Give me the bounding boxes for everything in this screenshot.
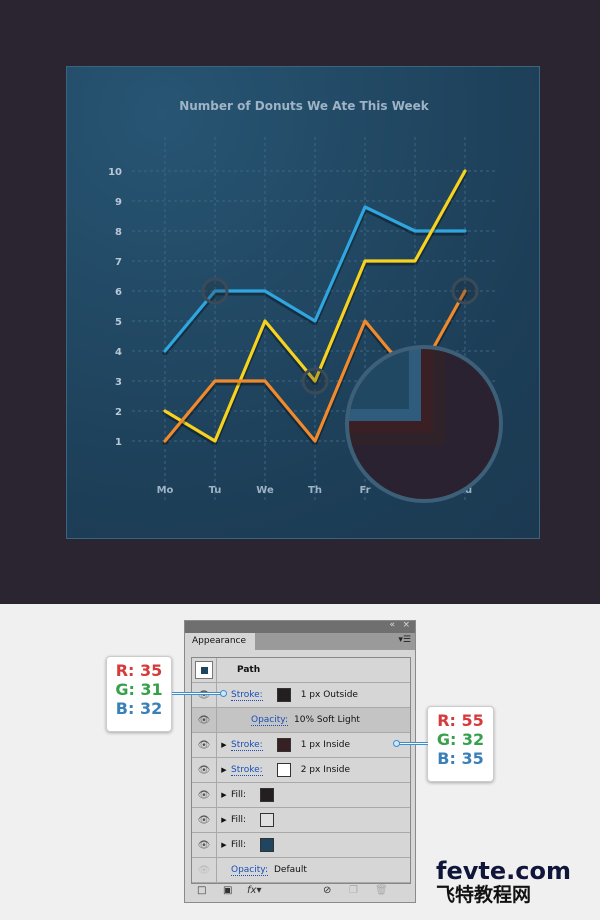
appearance-row[interactable]: 👁 Opacity: 10% Soft Light [192, 707, 410, 733]
x-tick-label: Tu [209, 485, 222, 496]
appearance-row[interactable]: 👁 ▶ Stroke: 1 px Inside [192, 732, 410, 758]
expand-triangle-icon[interactable]: ▶ [217, 741, 231, 749]
attribute-label: Fill: [231, 790, 247, 800]
attribute-value: 1 px Outside [300, 690, 358, 700]
attribute-label[interactable]: Opacity: [231, 865, 268, 876]
expand-triangle-icon[interactable]: ▶ [217, 816, 231, 824]
attribute-value: Default [274, 865, 307, 875]
visibility-eye-icon[interactable]: 👁 [192, 857, 217, 883]
expand-triangle-icon[interactable]: ▶ [217, 791, 231, 799]
green-value: G: 31 [115, 680, 163, 699]
attribute-label[interactable]: Stroke: [231, 740, 263, 751]
y-tick-label: 7 [115, 257, 122, 268]
attribute-label[interactable]: Opacity: [251, 715, 288, 726]
path-label: Path [237, 665, 261, 675]
close-icon[interactable]: × [402, 620, 410, 630]
y-tick-label: 9 [115, 197, 122, 208]
y-tick-label: 3 [115, 377, 122, 388]
visibility-eye-icon[interactable]: 👁 [192, 757, 217, 783]
y-tick-label: 6 [115, 287, 122, 298]
trash-icon[interactable]: 🗑 [375, 885, 388, 896]
clear-appearance-icon[interactable]: ⊘ [323, 885, 331, 896]
path-thumbnail [195, 661, 213, 679]
y-tick-label: 10 [108, 167, 122, 178]
y-tick-label: 5 [115, 317, 122, 328]
color-swatch[interactable] [260, 788, 275, 802]
appearance-row[interactable]: 👁 ▶ Fill: [192, 832, 410, 858]
blue-value: B: 32 [115, 699, 163, 718]
attribute-value: 2 px Inside [300, 765, 351, 775]
color-callout-right: R: 55 G: 32 B: 35 [427, 706, 494, 782]
magnifier-lens [345, 345, 503, 503]
appearance-row[interactable]: Path [192, 657, 410, 683]
color-swatch[interactable] [260, 813, 275, 827]
x-tick-label: Mo [157, 485, 174, 496]
panel-menu-icon[interactable]: ▾☰ [398, 635, 411, 645]
visibility-eye-icon[interactable]: 👁 [192, 682, 217, 708]
attribute-label[interactable]: Stroke: [231, 690, 263, 701]
color-callout-left: R: 35 G: 31 B: 32 [106, 656, 172, 732]
expand-triangle-icon[interactable]: ▶ [217, 841, 231, 849]
add-fill-icon[interactable]: ▣ [223, 885, 232, 896]
highlight-marker [201, 277, 229, 305]
red-value: R: 35 [115, 661, 163, 680]
duplicate-icon[interactable]: ❐ [349, 885, 358, 896]
fx-icon[interactable]: fx▾ [247, 885, 261, 896]
color-swatch[interactable] [276, 688, 291, 702]
appearance-row[interactable]: 👁 Opacity: Default [192, 857, 410, 883]
collapse-icon[interactable]: « [389, 620, 395, 630]
highlight-marker [301, 367, 329, 395]
highlight-marker [451, 277, 479, 305]
zoomed-fill [347, 347, 409, 409]
callout-connector [398, 742, 428, 745]
visibility-eye-icon[interactable]: 👁 [192, 832, 217, 858]
color-swatch[interactable] [276, 738, 291, 752]
blue-value: B: 35 [437, 749, 484, 768]
attribute-value: 1 px Inside [300, 740, 351, 750]
x-tick-label: Th [308, 485, 322, 496]
appearance-row[interactable]: 👁 ▶ Fill: [192, 782, 410, 808]
attribute-label: Fill: [231, 815, 247, 825]
chart-card: Number of Donuts We Ate This Week Mo Tu We T… [66, 66, 540, 539]
y-tick-label: 8 [115, 227, 122, 238]
x-tick-label: We [256, 485, 274, 496]
expand-triangle-icon[interactable]: ▶ [217, 766, 231, 774]
color-swatch[interactable] [260, 838, 275, 852]
panel-footer: □ ▣ fx▾ ⊘ ❐ 🗑 [185, 882, 415, 902]
add-stroke-icon[interactable]: □ [197, 885, 206, 896]
color-swatch[interactable] [276, 763, 291, 777]
red-value: R: 55 [437, 711, 484, 730]
y-tick-label: 1 [115, 437, 122, 448]
panel-titlebar: « × [185, 620, 415, 633]
y-tick-label: 2 [115, 407, 122, 418]
attribute-label[interactable]: Stroke: [231, 765, 263, 776]
attribute-label: Fill: [231, 840, 247, 850]
tab-appearance[interactable]: Appearance [185, 633, 255, 650]
attribute-value: 10% Soft Light [294, 715, 360, 725]
callout-dot [220, 690, 227, 697]
appearance-row[interactable]: 👁 ▶ Stroke: 2 px Inside [192, 757, 410, 783]
appearance-panel: « × Appearance ▾☰ Path 👁 Stroke: 1 px Outsi… [184, 620, 416, 903]
green-value: G: 32 [436, 730, 485, 749]
line-chart: Number of Donuts We Ate This Week Mo Tu We T… [108, 99, 503, 503]
visibility-eye-icon[interactable]: 👁 [192, 707, 217, 733]
callout-dot [393, 740, 400, 747]
x-tick-label: Fr [359, 485, 370, 496]
y-tick-label: 4 [115, 347, 122, 358]
visibility-eye-icon[interactable]: 👁 [192, 807, 217, 833]
appearance-row[interactable]: 👁 ▶ Fill: [192, 807, 410, 833]
watermark-logo: fevte.com 飞特教程网 [436, 857, 571, 906]
visibility-eye-icon[interactable]: 👁 [192, 782, 217, 808]
callout-connector [172, 692, 222, 695]
visibility-eye-icon[interactable]: 👁 [192, 732, 217, 758]
chart-title: Number of Donuts We Ate This Week [179, 99, 430, 113]
